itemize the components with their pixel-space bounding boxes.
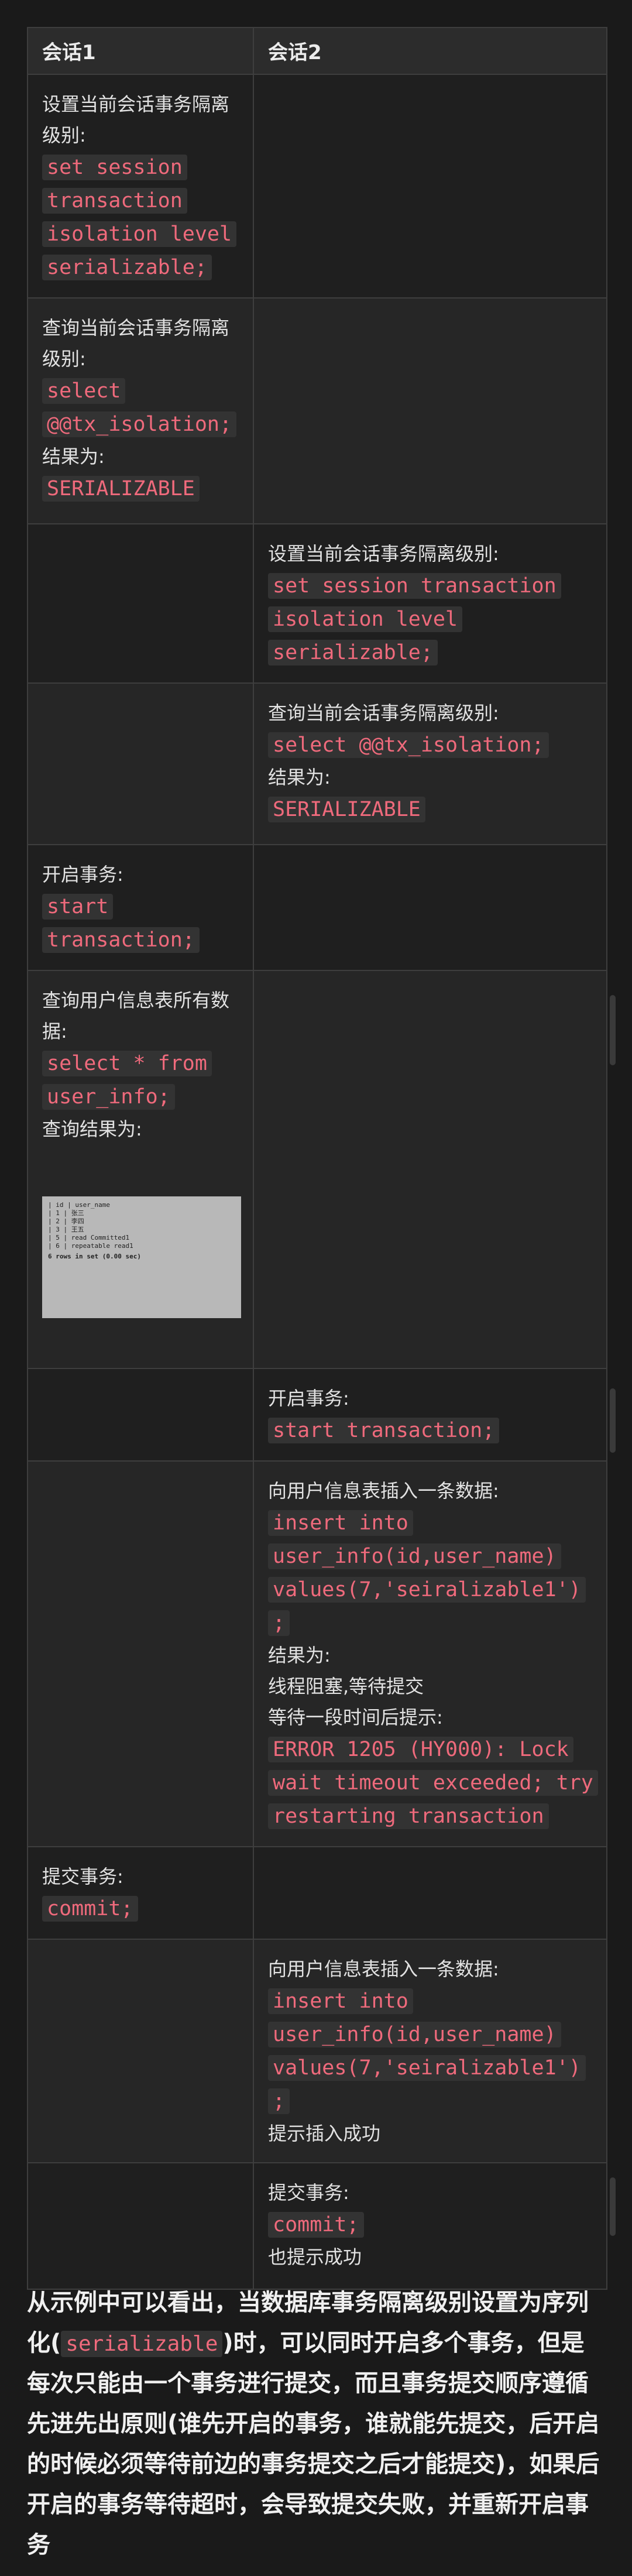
error-message: ERROR 1205 (HY000): Lock wait timeout ex… [268,1737,598,1829]
table-scrollbar[interactable] [610,995,616,1065]
header-session2: 会话2 [253,27,607,75]
session2-cell [253,297,607,524]
result-label: 也提示成功 [268,2246,362,2268]
session2-cell [253,970,607,1369]
session1-cell: 查询用户信息表所有数据: select * from user_info; 查询… [27,970,254,1369]
result-id: 3 [56,1226,60,1233]
sql-code: insert into user_info(id,user_name) valu… [268,1988,586,2114]
session2-cell: 设置当前会话事务隔离级别: set session transaction is… [253,523,607,684]
table-row: 提交事务: commit; [27,1846,607,1940]
step-label: 查询用户信息表所有数据: [42,989,230,1042]
session2-cell: 查询当前会话事务隔离级别: select @@tx_isolation; 结果为… [253,682,607,845]
status-text: 等待一段时间后提示: [268,1706,443,1728]
result-id: 6 [56,1242,60,1250]
sql-code: select @@tx_isolation; [268,732,549,758]
result-user-name: 张三 [71,1209,84,1217]
result-header-id: id [56,1201,64,1209]
table-row: 开启事务: start transaction; [27,1368,607,1462]
session1-cell [27,1939,254,2163]
step-label: 查询当前会话事务隔离级别: [268,702,499,724]
table-header-row: 会话1 会话2 [27,27,607,75]
sql-code: select @@tx_isolation; [42,378,237,437]
session-comparison-table: 会话1 会话2 设置当前会话事务隔离级别: set session transa… [27,27,607,2290]
sql-code: insert into user_info(id,user_name) valu… [268,1510,586,1636]
result-id: 1 [56,1209,60,1217]
table-row: 提交事务: commit; 也提示成功 [27,2162,607,2290]
step-label: 设置当前会话事务隔离级别: [42,93,230,146]
session2-cell [253,74,607,299]
result-label: 结果为: [268,766,331,788]
sql-code: commit; [268,2212,364,2238]
table-row: 设置当前会话事务隔离级别: set session transaction is… [27,523,607,684]
result-footer: 6 rows in set (0.00 sec) [48,1253,141,1260]
session2-cell: 向用户信息表插入一条数据: insert into user_info(id,u… [253,1460,607,1847]
session1-cell: 提交事务: commit; [27,1846,254,1940]
step-label: 设置当前会话事务隔离级别: [268,543,499,565]
table-scrollbar[interactable] [610,2177,616,2236]
result-row: | 3 | 王五 [48,1226,84,1233]
summary-paragraph: 从示例中可以看出，当数据库事务隔离级别设置为序列化(serializable)时… [27,2283,606,2565]
step-label: 提交事务: [268,2181,349,2204]
session2-cell [253,844,607,971]
result-label: 提示插入成功 [268,2122,381,2145]
sql-code: start transaction; [268,1418,500,1443]
sql-code: set session transaction isolation level … [268,573,561,666]
step-label: 提交事务: [42,1865,123,1888]
session1-cell [27,523,254,684]
step-label: 向用户信息表插入一条数据: [268,1958,499,1980]
inline-code: serializable [61,2331,223,2357]
result-row: | 2 | 李四 [48,1217,84,1225]
session1-cell: 设置当前会话事务隔离级别: set session transaction is… [27,74,254,299]
status-text: 线程阻塞,等待提交 [268,1675,424,1697]
session1-cell: 开启事务: start transaction; [27,844,254,971]
sql-code: commit; [42,1896,138,1922]
session1-cell [27,1368,254,1462]
step-label: 开启事务: [268,1387,349,1409]
result-label: 结果为: [42,445,105,468]
result-id: 2 [56,1217,60,1225]
table-row: 向用户信息表插入一条数据: insert into user_info(id,u… [27,1460,607,1847]
result-user-name: read Committed1 [71,1234,130,1241]
table-row: 查询用户信息表所有数据: select * from user_info; 查询… [27,970,607,1369]
session2-cell: 向用户信息表插入一条数据: insert into user_info(id,u… [253,1939,607,2163]
result-header-user-name: user_name [75,1201,110,1209]
result-user-name: 王五 [71,1226,84,1233]
table-row: 查询当前会话事务隔离级别: select @@tx_isolation; 结果为… [27,682,607,845]
session1-cell: 查询当前会话事务隔离级别: select @@tx_isolation; 结果为… [27,297,254,524]
session2-cell: 提交事务: commit; 也提示成功 [253,2162,607,2290]
table-row: 设置当前会话事务隔离级别: set session transaction is… [27,74,607,299]
session2-cell [253,1846,607,1940]
summary-text-after: )时，可以同时开启多个事务，但是每次只能由一个事务进行提交，而且事务提交顺序遵循… [27,2330,600,2558]
table-row: 查询当前会话事务隔离级别: select @@tx_isolation; 结果为… [27,297,607,524]
session1-cell [27,2162,254,2290]
query-result-screenshot: | id | user_name | 1 | 张三 | 2 | 李四 | 3 |… [42,1196,241,1318]
session1-cell [27,682,254,845]
result-row: | 1 | 张三 [48,1209,84,1217]
sql-code: start transaction; [42,894,200,953]
table-scrollbar[interactable] [610,1388,616,1453]
result-value: SERIALIZABLE [42,476,200,502]
result-label: 结果为: [268,1644,331,1666]
sql-code: select * from user_info; [42,1051,212,1110]
sql-code: set session transaction isolation level … [42,155,237,280]
step-label: 开启事务: [42,863,123,886]
result-user-name: 李四 [71,1217,84,1225]
result-row: | 6 | repeatable read1 [48,1242,133,1250]
article-page: 会话1 会话2 设置当前会话事务隔离级别: set session transa… [0,0,632,2576]
result-id: 5 [56,1234,60,1241]
table-row: 开启事务: start transaction; [27,844,607,971]
result-user-name: repeatable read1 [71,1242,133,1250]
step-label: 向用户信息表插入一条数据: [268,1480,499,1502]
result-header-row: | id | user_name [48,1201,110,1209]
result-row: | 5 | read Committed1 [48,1234,130,1241]
header-session1: 会话1 [27,27,254,75]
result-label: 查询结果为: [42,1118,142,1140]
session1-cell [27,1460,254,1847]
result-value: SERIALIZABLE [268,797,425,822]
table-row: 向用户信息表插入一条数据: insert into user_info(id,u… [27,1939,607,2163]
step-label: 查询当前会话事务隔离级别: [42,317,230,370]
session2-cell: 开启事务: start transaction; [253,1368,607,1462]
